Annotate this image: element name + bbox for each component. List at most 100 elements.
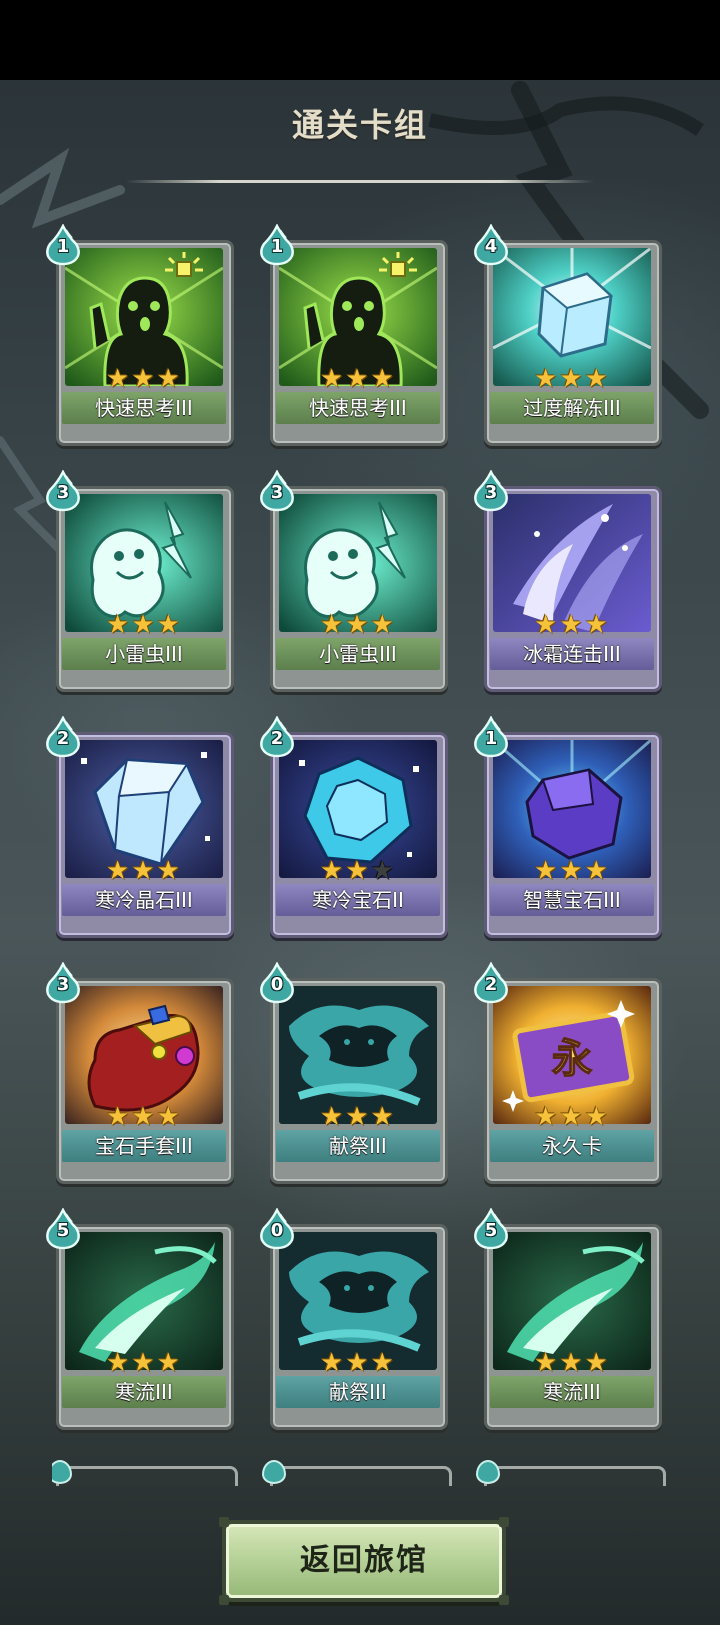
mana-cost-value: 3 [56,974,70,995]
card-name: 宝石手套III [62,1130,226,1162]
deck-card[interactable]: ★★★ 快速思考III 1 [260,224,450,446]
star-filled-icon: ★ [584,1102,610,1132]
deck-card[interactable]: ★★★ 快速思考III 1 [46,224,236,446]
deck-card[interactable]: ★★★ 小雷虫III 3 [260,470,450,692]
mana-cost-badge: 1 [474,716,508,758]
star-filled-icon: ★ [534,1102,560,1132]
star-filled-icon: ★ [370,364,396,394]
star-rating: ★★★ [266,856,450,886]
star-filled-icon: ★ [106,856,132,886]
mana-cost-badge: 2 [260,716,294,758]
star-filled-icon: ★ [559,1102,585,1132]
star-filled-icon: ★ [584,856,610,886]
mana-cost-badge: 3 [474,470,508,512]
card-name: 寒流III [62,1376,226,1408]
card-name: 智慧宝石III [490,884,654,916]
deck-card[interactable]: ★★★ 献祭III 0 [260,962,450,1184]
card-name: 寒冷宝石II [276,884,440,916]
star-filled-icon: ★ [106,364,132,394]
mana-cost-value: 1 [270,236,284,257]
back-to-inn-button[interactable]: 返回旅馆 [219,1517,509,1605]
mana-cost-value: 2 [270,728,284,749]
deck-card[interactable]: ★★★ 寒冷晶石III 2 [46,716,236,938]
deck-card[interactable]: ★★★ 小雷虫III 3 [46,470,236,692]
mana-cost-value: 3 [484,482,498,503]
deck-grid: ★★★ 快速思考III 1 ★★★ 快速思考III 1 ★★★ 过度解冻III 4 ★★★ 小… [46,224,672,1482]
mana-cost-badge: 0 [260,962,294,1004]
card-name: 献祭III [276,1376,440,1408]
star-filled-icon: ★ [584,610,610,640]
mana-cost-badge: 3 [260,470,294,512]
star-filled-icon: ★ [534,610,560,640]
mana-cost-badge: 1 [260,224,294,266]
star-filled-icon: ★ [320,610,346,640]
star-filled-icon: ★ [320,1348,346,1378]
star-rating: ★★★ [480,364,664,394]
star-rating: ★★★ [52,364,236,394]
mana-cost-badge: 2 [474,962,508,1004]
card-art-glyph: 永 [552,1036,592,1082]
mana-cost-badge: 2 [46,716,80,758]
card-name: 快速思考III [276,392,440,424]
star-filled-icon: ★ [131,364,157,394]
star-filled-icon: ★ [559,856,585,886]
card-name: 寒流III [490,1376,654,1408]
card-name: 献祭III [276,1130,440,1162]
card-name: 快速思考III [62,392,226,424]
star-rating: ★★★ [52,1102,236,1132]
deck-card[interactable]: ★★★ 寒流III 5 [474,1208,664,1430]
star-filled-icon: ★ [345,856,371,886]
star-filled-icon: ★ [370,1102,396,1132]
star-filled-icon: ★ [320,1102,346,1132]
card-name: 小雷虫III [276,638,440,670]
deck-card[interactable]: ★★★ 冰霜连击III 3 [474,470,664,692]
star-filled-icon: ★ [584,364,610,394]
mana-cost-value: 4 [484,236,498,257]
mana-cost-value: 2 [56,728,70,749]
deck-card[interactable]: ★★★ 献祭III 0 [260,1208,450,1430]
star-filled-icon: ★ [156,856,182,886]
star-filled-icon: ★ [559,1348,585,1378]
deck-card[interactable]: 永 ★★★ 永久卡 2 [474,962,664,1184]
star-filled-icon: ★ [345,1102,371,1132]
star-filled-icon: ★ [106,610,132,640]
star-filled-icon: ★ [320,856,346,886]
next-row-peek [52,1460,672,1486]
star-rating: ★★★ [52,610,236,640]
star-filled-icon: ★ [345,1348,371,1378]
star-filled-icon: ★ [156,1348,182,1378]
star-filled-icon: ★ [345,610,371,640]
star-rating: ★★★ [266,364,450,394]
deck-card[interactable]: ★★★ 寒流III 5 [46,1208,236,1430]
mana-cost-value: 5 [56,1220,70,1241]
mana-cost-badge: 4 [474,224,508,266]
deck-card[interactable]: ★★★ 宝石手套III 3 [46,962,236,1184]
star-filled-icon: ★ [131,610,157,640]
star-filled-icon: ★ [559,364,585,394]
star-rating: ★★★ [480,1102,664,1132]
mana-cost-badge: 1 [46,224,80,266]
mana-cost-value: 1 [56,236,70,257]
deck-card[interactable]: ★★★ 智慧宝石III 1 [474,716,664,938]
star-filled-icon: ★ [106,1348,132,1378]
mana-cost-value: 5 [484,1220,498,1241]
star-rating: ★★★ [480,856,664,886]
mana-cost-value: 3 [56,482,70,503]
star-filled-icon: ★ [534,1348,560,1378]
star-filled-icon: ★ [131,1102,157,1132]
star-rating: ★★★ [266,610,450,640]
page-title: 通关卡组 [291,106,428,144]
star-filled-icon: ★ [559,610,585,640]
star-filled-icon: ★ [534,856,560,886]
mana-cost-badge: 0 [260,1208,294,1250]
card-name: 冰霜连击III [490,638,654,670]
deck-card[interactable]: ★★★ 寒冷宝石II 2 [260,716,450,938]
star-rating: ★★★ [52,856,236,886]
mana-cost-badge: 5 [46,1208,80,1250]
star-filled-icon: ★ [156,364,182,394]
star-filled-icon: ★ [320,364,346,394]
deck-card[interactable]: ★★★ 过度解冻III 4 [474,224,664,446]
star-rating: ★★★ [52,1348,236,1378]
star-filled-icon: ★ [345,364,371,394]
title-divider [126,180,594,183]
